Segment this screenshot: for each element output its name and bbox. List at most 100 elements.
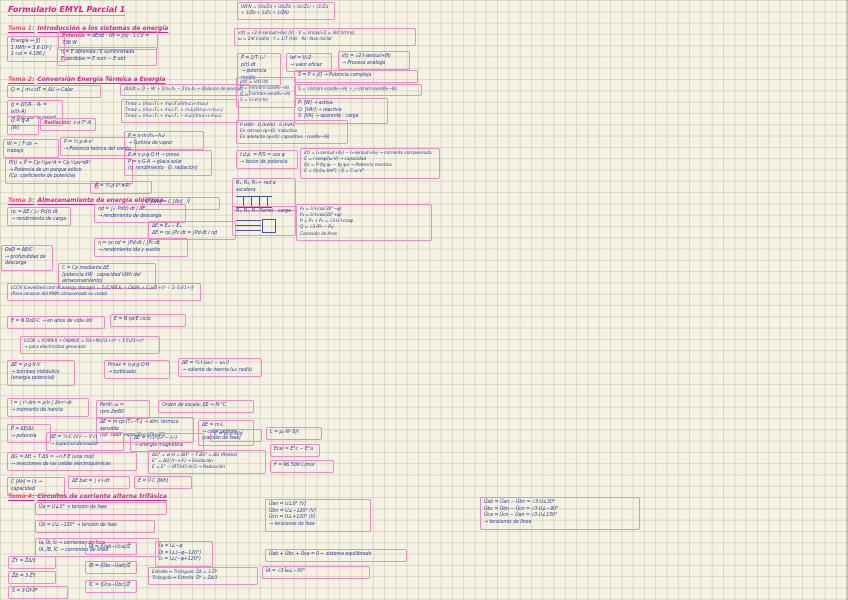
formula-box: ĪC = (Ūca−Ūbc)/Z̄ <box>85 580 137 593</box>
note-text: C = ε₀·εᵣ·A/d <box>214 432 242 437</box>
formula-box: Ūab + Ūbc + Ūca = 0 ← sistema equilibrad… <box>265 549 407 562</box>
note-text: Energía ↔ [J] 1 kWh = 3.6·10⁶ J 1 cal = … <box>11 39 52 57</box>
formula-box: Īa = I∠−φ Īb = I∠(−φ−120°) Īc = I∠(−φ+12… <box>155 541 213 567</box>
note-text: ΔE = E₂ − E₁ ΔE = ηc·∫Pc·dt = ∫Pd·dt / η… <box>152 224 217 236</box>
page-title: Formulario EMYL Parcial 1 <box>8 5 125 16</box>
note-text: Circuitos de corriente alterna trifásica <box>37 493 167 500</box>
note-text: v(t) = √2·V·sen(ωt+θv) (V) · V = Vmax/√2… <box>238 31 355 42</box>
note-text: Ūa = U∠0° → tensión de fase <box>39 505 107 510</box>
note-text: η = E obtenida / E suministrada E pérdid… <box>61 50 134 62</box>
note-text: E = N·DoD·C → en años de vida útil <box>11 319 92 324</box>
note-text: ĪC = (Ūca−Ūbc)/Z̄ <box>89 583 130 588</box>
note-text: Q = ∫ ṁ·c·dT = ΔU → Calor <box>11 88 73 93</box>
formula-box: F = 96 500 C/mol <box>270 460 334 473</box>
note-text: ĪB = (Ūbc−Ūab)/Z̄ <box>89 564 131 569</box>
formula-box: S̄ = ½VmIm·cos(θv−θi) + j·½VmIm·sen(θv−θ… <box>294 84 422 96</box>
note-text: Estrella ↔ Triángulo: Z̄Δ = 3·Z̄Y Triáng… <box>152 570 217 581</box>
note-text: P̄ = ΔE/Δt → potencia <box>11 427 36 439</box>
note-text: P [kW] · Q [kVAr] · S [kVA] En retraso (… <box>240 123 329 140</box>
formula-box: Q̇ = q̇·A [W] <box>7 116 39 135</box>
note-text: Īa = I∠−φ Īb = I∠(−φ−120°) Īc = I∠(−φ+12… <box>159 544 201 562</box>
note-text: ΔE = ρ·g·h·V → bombeo hidráulico (energí… <box>11 363 59 381</box>
formula-box: W = ∫ F·dx → trabajo <box>3 139 59 158</box>
note-text: Ūb = U∠−120° → tensión de fase <box>39 523 117 528</box>
note-text: Z̄Y = Z̄Δ/3 <box>12 559 36 564</box>
formula-box: Pmax = η·ρ·g·Q·H → turbinado <box>104 360 170 379</box>
note-text: Ūab + Ūbc + Ūca = 0 ← sistema equilibrad… <box>269 552 371 557</box>
formula-lead: Tema 1: <box>8 25 34 32</box>
note-text: p(t) = v(t)·i(t) P = ½VmIm·cos(θv−θi) Q … <box>240 80 291 103</box>
formula-box: ĪA = (Ūab−Ūca)/Z̄ <box>85 542 137 555</box>
formula-box: i(t) = I₁·sen(ωt+θ₁) − I₂·sen(ωt+θ₂) → c… <box>300 148 440 179</box>
note-text: dU/dt = Q̇ − Ẇ + Σṁₑ·hₑ − Σṁₛ·hₛ ← Balan… <box>124 87 243 92</box>
section-heading: Tema 2:Conversión Energía Térmica a Ener… <box>8 76 165 83</box>
formula-box: E [Wh] = C [Ah] · V̄ <box>142 197 220 210</box>
threephase-circuit-sketch <box>236 218 278 233</box>
note-text: P: [W] → activa Q: [VAr] → reactiva S: [… <box>298 101 358 119</box>
formula-box: Q = ∫ ṁ·c·dT = ΔU → Calor <box>7 85 101 98</box>
formula-box: η = E obtenida / E suministrada E pérdid… <box>57 47 157 66</box>
note-text: P = ½·ρ·A·v³ → Potencia teórica del vien… <box>64 140 131 152</box>
formula-box: Ūab = Ūan − Ūbn = √3·U∠30° Ūbc = Ūbn − Ū… <box>480 497 640 530</box>
note-text: Z̄Δ = 3·Z̄Y <box>12 574 36 579</box>
formula-box: ĪA = √3·Īa∠−30° <box>262 566 370 579</box>
formula-lead: Tema 4: <box>8 493 34 500</box>
note-text: f.d.p. = P/S = cos φ → factor de potenci… <box>240 153 287 165</box>
note-text: LCOS (Levelized cost of energy storage) … <box>11 286 195 297</box>
note-text: Pmax = η·ρ·g·Q·H → turbinado <box>108 363 149 375</box>
note-text: Ūan = U∠0° (V) Ūbn = U∠−120° (V) Ūcn = U… <box>269 502 316 527</box>
formula-box: ΔE = ½·I·(ω₂² − ω₁²) → volante de inerci… <box>178 358 262 377</box>
note-text: i(t) = I₁·sen(ωt+θ₁) − I₂·sen(ωt+θ₂) → c… <box>304 151 432 174</box>
note-text: S̄ = 3·Ūf·Īf* <box>12 589 38 594</box>
note-text: E = V̄·C [Wh] <box>138 479 168 484</box>
formula-lead: Radiación: <box>44 121 71 126</box>
formula-box: ĪB = (Ūbc−Ūab)/Z̄ <box>85 561 137 574</box>
note-text: ŪN'N = (Ūa/Z̄a + Ūb/Z̄b + Ūc/Z̄c) ÷ (1/Z… <box>241 5 328 16</box>
formula-box: P = η·ρ·g·Q·H → presa P = η·G·A → placa … <box>124 150 212 176</box>
note-text: W = ∫ F·dx → trabajo <box>7 142 37 154</box>
note-text: E = N·ηd·E ciclo <box>114 317 151 322</box>
formula-lead: Tema 2: <box>8 76 34 83</box>
note-text: ĪA = √3·Īa∠−30° <box>266 569 305 574</box>
note-text: DoD = ΔE/C → profundidad de descarga <box>5 248 46 266</box>
formula-box: P̄ = ΔE/Δt → potencia <box>7 424 51 443</box>
formula-box: ΔE = ½·C·(V₂² − V₁²) → supercondensador <box>46 432 124 451</box>
formula-box: P [kW] · Q [kVAr] · S [kVA] En retraso (… <box>236 120 348 144</box>
note-text: C [Ah] = I·t → capacidad <box>11 480 42 492</box>
note-text: i(t) = √2·I·sen(ωt+θi) → Proceso análogo <box>342 54 391 66</box>
formula-box: ΔE bat = ∫ v·i·dt <box>68 476 130 489</box>
formula-box: E = N·ηd·E ciclo <box>110 314 186 327</box>
highlight-formula-box: P̄= ½·ρ·v̄³·π·R² <box>90 181 152 194</box>
formula-box: p(t) = v(t)·i(t) P = ½VmIm·cos(θv−θi) Q … <box>236 77 296 108</box>
formula-box: Ecel = E°c − E°a <box>270 444 320 457</box>
formula-box: S̄ = 3·Ūf·Īf* <box>8 586 68 599</box>
note-text: Ūab = Ūan − Ūbn = √3·U∠30° Ūbc = Ūbn − Ū… <box>484 500 558 525</box>
formula-box: Orden de escala: ΔE ↔ N·°C <box>158 400 254 413</box>
formula-box: L = μ₀·N²·S/ℓ <box>266 427 322 440</box>
formula-box: Ūan = U∠0° (V) Ūbn = U∠−120° (V) Ūcn = U… <box>265 499 371 532</box>
note-text: Perfil: ω = rpm·2π/60 <box>100 403 124 415</box>
note-text: Conversión Energía Térmica a Energía <box>37 76 165 83</box>
formula-box: v(t) = √2·V·sen(ωt+θv) (V) · V = Vmax/√2… <box>234 28 416 46</box>
section-heading: Tema 3:Almacenamiento de energía eléctri… <box>8 197 164 204</box>
formula-box: Tmez = (ṁ₁c₁T₁ + ṁ₂c₂T₂)/(ṁ₁c₁+ṁ₂c₂) Tme… <box>121 99 239 123</box>
formula-box: S̄ = P + jQ → Potencia compleja <box>294 70 418 83</box>
note-text: Orden de escala: ΔE ↔ N·°C <box>162 403 226 408</box>
note-text: η = ηc·ηd = ∫Pd·dt / ∫Pc·dt → rendimient… <box>98 241 160 253</box>
formula-lead: Potencia <box>62 34 85 39</box>
formula-box: I = ∫ r²·dm = ρ·h·∫ 2π·r³·dr → momento d… <box>7 398 89 417</box>
note-text: E [Wh] = C [Ah] · V̄ <box>146 200 190 205</box>
formula-box: E = V̄·C [Wh] <box>134 476 192 489</box>
formula-box: η = ηc·ηd = ∫Pd·dt / ∫Pc·dt → rendimient… <box>94 238 188 257</box>
note-text: P = η·ρ·g·Q·H → presa P = η·G·A → placa … <box>128 153 198 171</box>
note-text: ΔE = ½·C·(V₂² − V₁²) → supercondensador <box>50 435 98 447</box>
formula-box: ΔG = ΔH − T·ΔS = −n·F·E (una mol) → reac… <box>7 452 137 471</box>
note-text: R₁, R₂, R₃ ← red a escalera <box>236 181 276 193</box>
formula-box: DoD = ΔE/C → profundidad de descarga <box>1 245 53 271</box>
note-text: S̄ = ½VmIm·cos(θv−θi) + j·½VmIm·sen(θv−θ… <box>298 87 397 92</box>
note-text: I = ∫ r²·dm = ρ·h·∫ 2π·r³·dr → momento d… <box>11 401 72 413</box>
note-text: P₁ = U·I·cos(30°−φ) P₂ = U·I·cos(30°+φ) … <box>300 207 353 237</box>
note-text: ε·σ·T⁴·A <box>73 121 91 126</box>
formula-box: LCOE = (CAPEX + O&M)/E = Σ(Iₜ+Mₜ)/(1+r)ᵗ… <box>20 336 160 354</box>
note-text: = ½·ρ·v̄³·π·R² <box>100 184 131 189</box>
